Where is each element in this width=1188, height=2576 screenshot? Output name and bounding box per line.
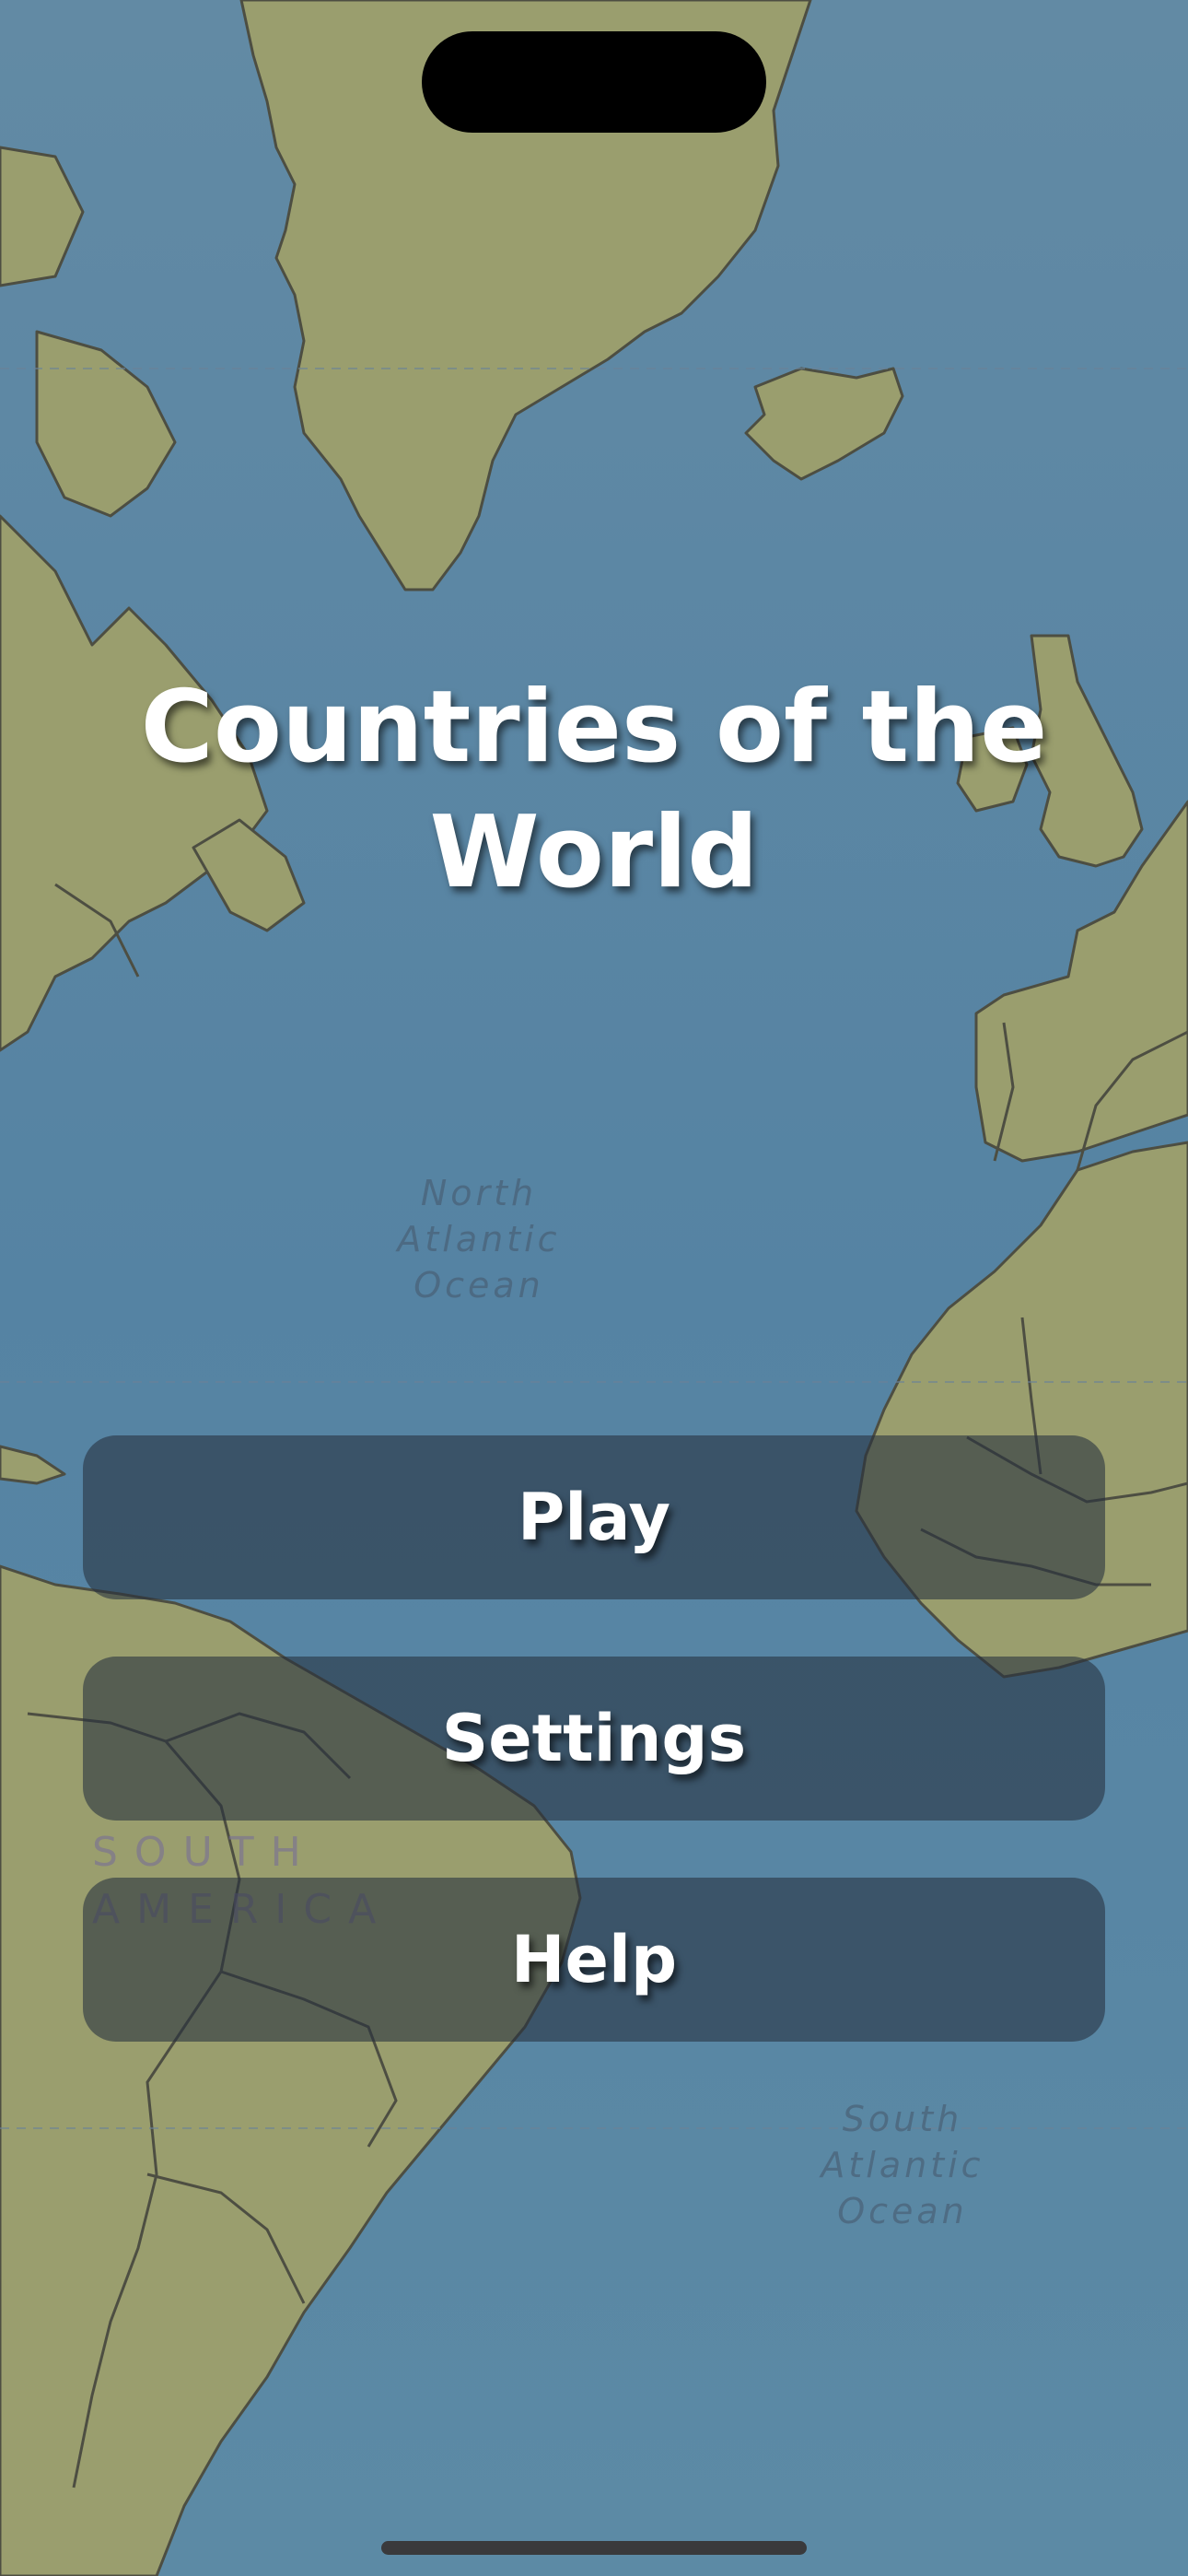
- main-menu-screen: North Atlantic Ocean South Atlantic Ocea…: [0, 0, 1188, 2576]
- north-atlantic-label: North Atlantic Ocean: [397, 1173, 561, 1306]
- app-title: Countries of the World: [140, 670, 1048, 910]
- play-button-label: Play: [517, 1480, 670, 1555]
- play-button[interactable]: Play: [83, 1435, 1105, 1599]
- help-button-label: Help: [510, 1922, 678, 1997]
- help-button[interactable]: Help: [83, 1878, 1105, 2042]
- home-indicator[interactable]: [381, 2541, 807, 2555]
- settings-button-label: Settings: [441, 1701, 747, 1776]
- settings-button[interactable]: Settings: [83, 1657, 1105, 1821]
- dynamic-island: [422, 31, 766, 133]
- south-atlantic-label: South Atlantic Ocean: [821, 2099, 984, 2231]
